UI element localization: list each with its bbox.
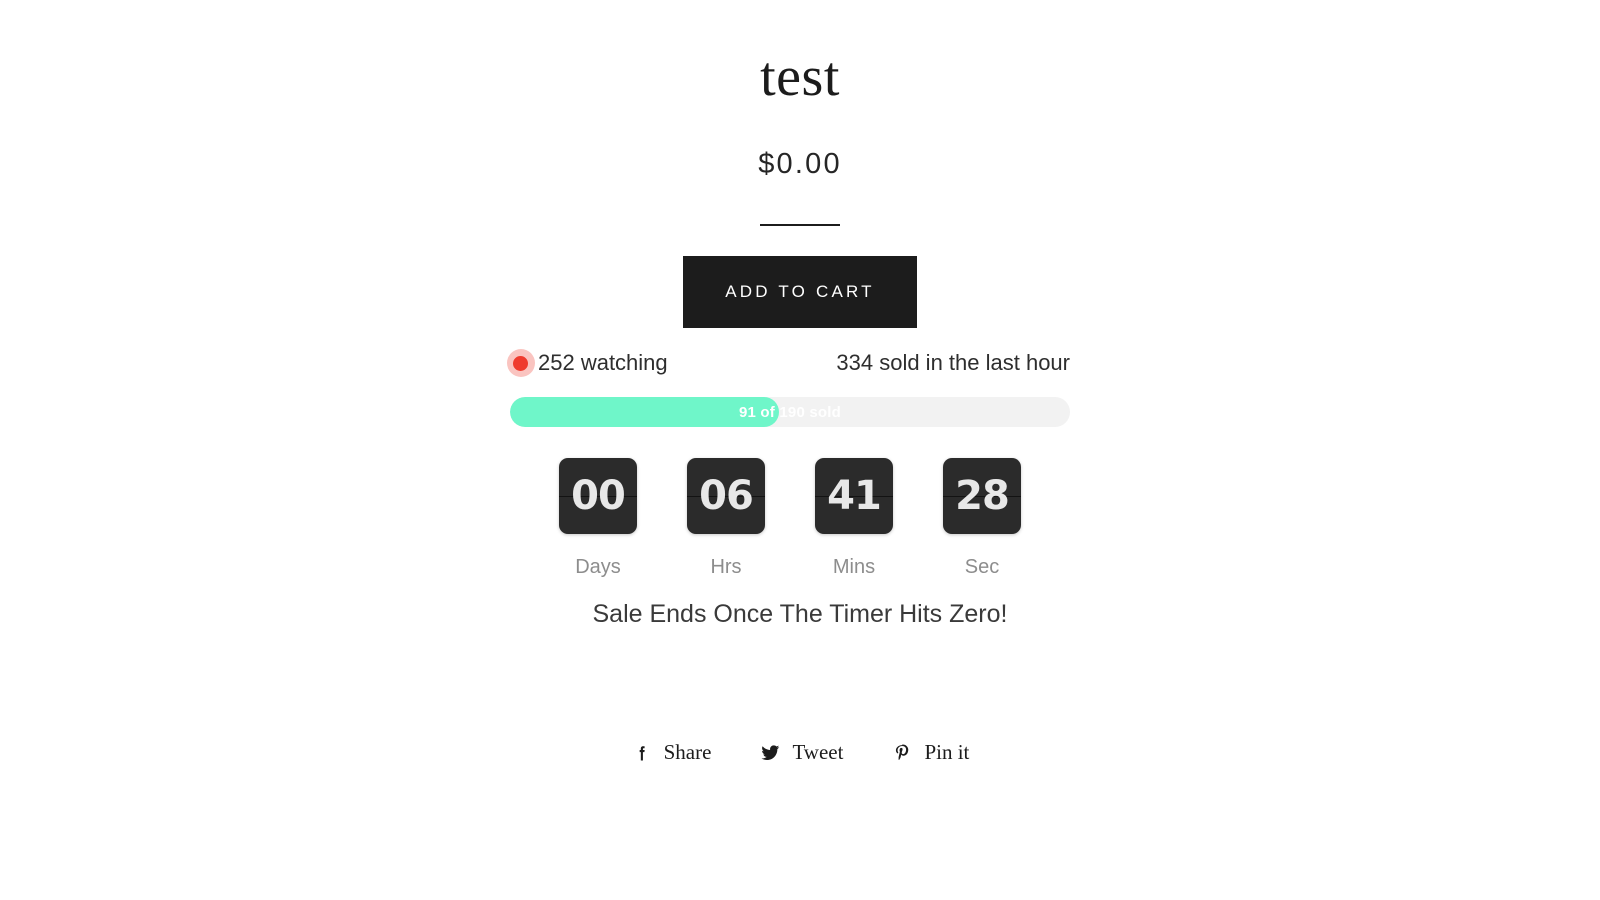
social-proof-row: 252 watching 334 sold in the last hour bbox=[506, 346, 1070, 380]
share-pinterest-button[interactable]: Pin it bbox=[891, 740, 969, 765]
cart-row: ADD TO CART bbox=[0, 256, 1600, 328]
add-to-cart-button[interactable]: ADD TO CART bbox=[683, 256, 917, 328]
twitter-icon bbox=[759, 742, 781, 764]
share-pinterest-label: Pin it bbox=[924, 740, 970, 764]
share-facebook-button[interactable]: Share bbox=[631, 740, 712, 765]
share-twitter-button[interactable]: Tweet bbox=[759, 740, 843, 765]
flip-box-seconds: 28 bbox=[943, 458, 1021, 534]
countdown-unit-days: 00 Days bbox=[558, 458, 638, 579]
countdown-unit-minutes: 41 Mins bbox=[814, 458, 894, 579]
sale-ends-notice: Sale Ends Once The Timer Hits Zero! bbox=[592, 600, 1008, 628]
social-share-row: Share Tweet Pin it bbox=[0, 740, 1600, 765]
live-pulse-dot-icon bbox=[506, 349, 535, 377]
product-page: test $0.00 ADD TO CART 252 watching 334 … bbox=[0, 0, 1600, 900]
recent-sales-label: 334 sold in the last hour bbox=[836, 350, 1070, 375]
countdown-label-seconds: Sec bbox=[964, 556, 1000, 578]
facebook-icon bbox=[631, 742, 653, 764]
share-twitter-label: Tweet bbox=[792, 740, 844, 764]
flip-box-days: 00 bbox=[559, 458, 637, 534]
countdown-unit-hours: 06 Hrs bbox=[686, 458, 766, 579]
page-title: test bbox=[760, 46, 840, 108]
countdown-label-days: Days bbox=[575, 556, 621, 578]
countdown-timer: 00 Days 06 Hrs 41 Mins 28 Sec bbox=[510, 458, 1070, 579]
stock-progress-label: 91 of 190 sold bbox=[738, 403, 841, 421]
product-price: $0.00 bbox=[758, 148, 842, 180]
countdown-unit-seconds: 28 Sec bbox=[942, 458, 1022, 579]
stock-progress-bar: 91 of 190 sold bbox=[510, 397, 1070, 427]
countdown-label-minutes: Mins bbox=[832, 556, 876, 578]
divider-rule bbox=[760, 224, 840, 226]
countdown-value-seconds: 28 bbox=[955, 473, 1010, 519]
countdown-value-minutes: 41 bbox=[827, 473, 882, 519]
flip-box-minutes: 41 bbox=[815, 458, 893, 534]
flip-box-hours: 06 bbox=[687, 458, 765, 534]
share-facebook-label: Share bbox=[663, 740, 712, 764]
divider bbox=[0, 224, 1600, 226]
watching-count-label: 252 watching bbox=[538, 350, 668, 375]
countdown-label-hours: Hrs bbox=[710, 556, 742, 578]
countdown-value-hours: 06 bbox=[699, 473, 754, 519]
watching-group: 252 watching bbox=[506, 349, 668, 377]
pinterest-icon bbox=[891, 742, 913, 764]
countdown-value-days: 00 bbox=[571, 473, 626, 519]
